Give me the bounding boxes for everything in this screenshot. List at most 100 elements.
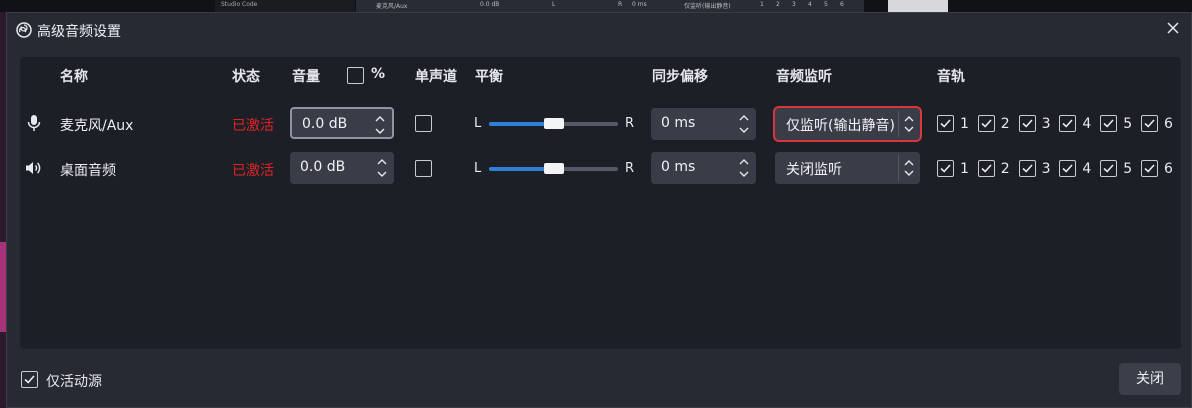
balance-slider-handle[interactable] bbox=[543, 118, 564, 129]
background-mixer-r: R bbox=[618, 1, 623, 8]
dialog-title: 高级音频设置 bbox=[37, 24, 121, 40]
status-badge: 已激活 bbox=[232, 163, 274, 179]
header-percent: % bbox=[371, 66, 386, 82]
header-balance: 平衡 bbox=[475, 69, 503, 85]
volume-stepper[interactable]: 0.0 dB bbox=[290, 107, 394, 139]
stepper-arrows-icon[interactable] bbox=[738, 112, 750, 136]
monitoring-dropdown[interactable]: 关闭监听 bbox=[775, 152, 920, 184]
track-checkbox-3[interactable] bbox=[1018, 160, 1036, 177]
sync-offset-value: 0 ms bbox=[661, 115, 696, 131]
track-number: 5 bbox=[1123, 161, 1133, 177]
background-window bbox=[888, 0, 948, 12]
balance-right-label: R bbox=[625, 161, 635, 176]
track-number: 6 bbox=[1164, 161, 1173, 177]
background-mixer-track-4: 4 bbox=[808, 1, 812, 8]
background-mixer-track-6: 6 bbox=[840, 1, 844, 8]
balance-left-label: L bbox=[474, 116, 482, 131]
track-number: 1 bbox=[960, 116, 969, 132]
balance-slider-handle[interactable] bbox=[543, 163, 564, 174]
track-number: 3 bbox=[1041, 116, 1051, 132]
close-icon[interactable] bbox=[1165, 20, 1181, 36]
background-mixer-sync: 0 ms bbox=[632, 1, 647, 8]
background-mixer-monitor: 仅监听(输出静音) bbox=[684, 3, 731, 10]
checkmark-icon bbox=[1144, 119, 1155, 128]
header-tracks: 音轨 bbox=[937, 69, 965, 85]
track-checkbox-1[interactable] bbox=[937, 115, 954, 132]
track-checkbox-4[interactable] bbox=[1059, 115, 1077, 132]
active-only-label: 仅活动源 bbox=[46, 374, 102, 390]
track-number: 4 bbox=[1082, 116, 1092, 132]
advanced-audio-dialog: 高级音频设置 名称 状态 音量 % 单声道 平衡 同步偏移 音频监听 音轨 麦克… bbox=[6, 12, 1192, 408]
background-mixer-name: 麦克风/Aux bbox=[376, 3, 408, 10]
monitoring-dropdown[interactable]: 仅监听(输出静音) bbox=[773, 106, 922, 142]
balance-left-label: L bbox=[474, 161, 482, 176]
background-mixer-volume: 0.0 dB bbox=[480, 1, 500, 8]
stepper-arrows-icon[interactable] bbox=[738, 156, 750, 180]
status-badge: 已激活 bbox=[232, 118, 274, 134]
track-checkbox-2[interactable] bbox=[977, 160, 995, 177]
chevron-updown-icon bbox=[904, 116, 914, 132]
stepper-arrows-icon[interactable] bbox=[376, 156, 388, 180]
checkmark-icon bbox=[1022, 119, 1033, 128]
track-checkbox-2[interactable] bbox=[977, 115, 995, 132]
sync-offset-stepper[interactable]: 0 ms bbox=[651, 152, 756, 184]
stepper-arrows-icon[interactable] bbox=[374, 113, 386, 137]
volume-value: 0.0 dB bbox=[300, 159, 346, 175]
header-volume: 音量 bbox=[292, 69, 320, 85]
checkmark-icon bbox=[940, 164, 951, 173]
obs-logo-icon bbox=[16, 22, 32, 38]
volume-stepper[interactable]: 0.0 dB bbox=[290, 152, 394, 184]
track-number: 3 bbox=[1041, 161, 1051, 177]
track-number: 5 bbox=[1123, 116, 1133, 132]
titlebar: 高级音频设置 bbox=[7, 13, 1191, 45]
track-number: 2 bbox=[1000, 116, 1010, 132]
track-number: 6 bbox=[1164, 116, 1173, 132]
sync-offset-stepper[interactable]: 0 ms bbox=[651, 108, 756, 140]
track-checkbox-5[interactable] bbox=[1100, 115, 1118, 132]
track-number: 2 bbox=[1000, 161, 1010, 177]
track-number: 4 bbox=[1082, 161, 1092, 177]
volume-percent-checkbox[interactable] bbox=[347, 67, 364, 84]
track-checkbox-6[interactable] bbox=[1141, 160, 1158, 177]
background-mixer-track-5: 5 bbox=[824, 1, 828, 8]
checkmark-icon bbox=[1022, 164, 1033, 173]
checkmark-icon bbox=[940, 119, 951, 128]
header-status: 状态 bbox=[232, 69, 260, 85]
background-mixer-track-1: 1 bbox=[760, 1, 764, 8]
checkmark-icon bbox=[981, 119, 992, 128]
header-sync-offset: 同步偏移 bbox=[652, 69, 708, 85]
monitoring-value: 仅监听(输出静音) bbox=[786, 118, 895, 134]
balance-right-label: R bbox=[625, 116, 635, 131]
track-checkbox-3[interactable] bbox=[1018, 115, 1036, 132]
close-button[interactable]: 关闭 bbox=[1119, 363, 1181, 395]
checkmark-icon bbox=[1062, 119, 1073, 128]
microphone-icon bbox=[27, 115, 41, 131]
active-only-checkbox[interactable] bbox=[21, 371, 38, 388]
checkmark-icon bbox=[1062, 164, 1073, 173]
checkmark-icon bbox=[24, 375, 35, 384]
background-app-strip: Studio Code 麦克风/Aux 0.0 dB L R 0 ms 仅监听(… bbox=[0, 0, 1192, 12]
track-checkbox-6[interactable] bbox=[1141, 115, 1158, 132]
monitoring-value: 关闭监听 bbox=[786, 162, 842, 178]
checkmark-icon bbox=[1103, 164, 1114, 173]
background-mixer-row: 麦克风/Aux 0.0 dB L R 0 ms 仅监听(输出静音) 1 2 3 … bbox=[356, 0, 864, 12]
track-checkbox-4[interactable] bbox=[1059, 160, 1077, 177]
audio-sources-panel: 名称 状态 音量 % 单声道 平衡 同步偏移 音频监听 音轨 麦克风/Aux 已… bbox=[20, 57, 1181, 349]
background-mixer-track-2: 2 bbox=[776, 1, 780, 8]
header-name: 名称 bbox=[60, 69, 88, 85]
speaker-icon bbox=[26, 162, 41, 174]
mono-checkbox[interactable] bbox=[415, 115, 432, 132]
background-mixer-l: L bbox=[552, 1, 556, 8]
background-mixer-track-3: 3 bbox=[792, 1, 796, 8]
mono-checkbox[interactable] bbox=[415, 160, 432, 177]
track-number: 1 bbox=[960, 161, 969, 177]
sync-offset-value: 0 ms bbox=[661, 159, 696, 175]
header-monitoring: 音频监听 bbox=[776, 69, 832, 85]
track-checkbox-5[interactable] bbox=[1100, 160, 1118, 177]
header-mono: 单声道 bbox=[415, 69, 457, 85]
track-checkbox-1[interactable] bbox=[937, 160, 954, 177]
source-name: 麦克风/Aux bbox=[60, 118, 134, 134]
volume-value: 0.0 dB bbox=[302, 116, 348, 132]
source-name: 桌面音频 bbox=[60, 163, 116, 179]
checkmark-icon bbox=[1103, 119, 1114, 128]
